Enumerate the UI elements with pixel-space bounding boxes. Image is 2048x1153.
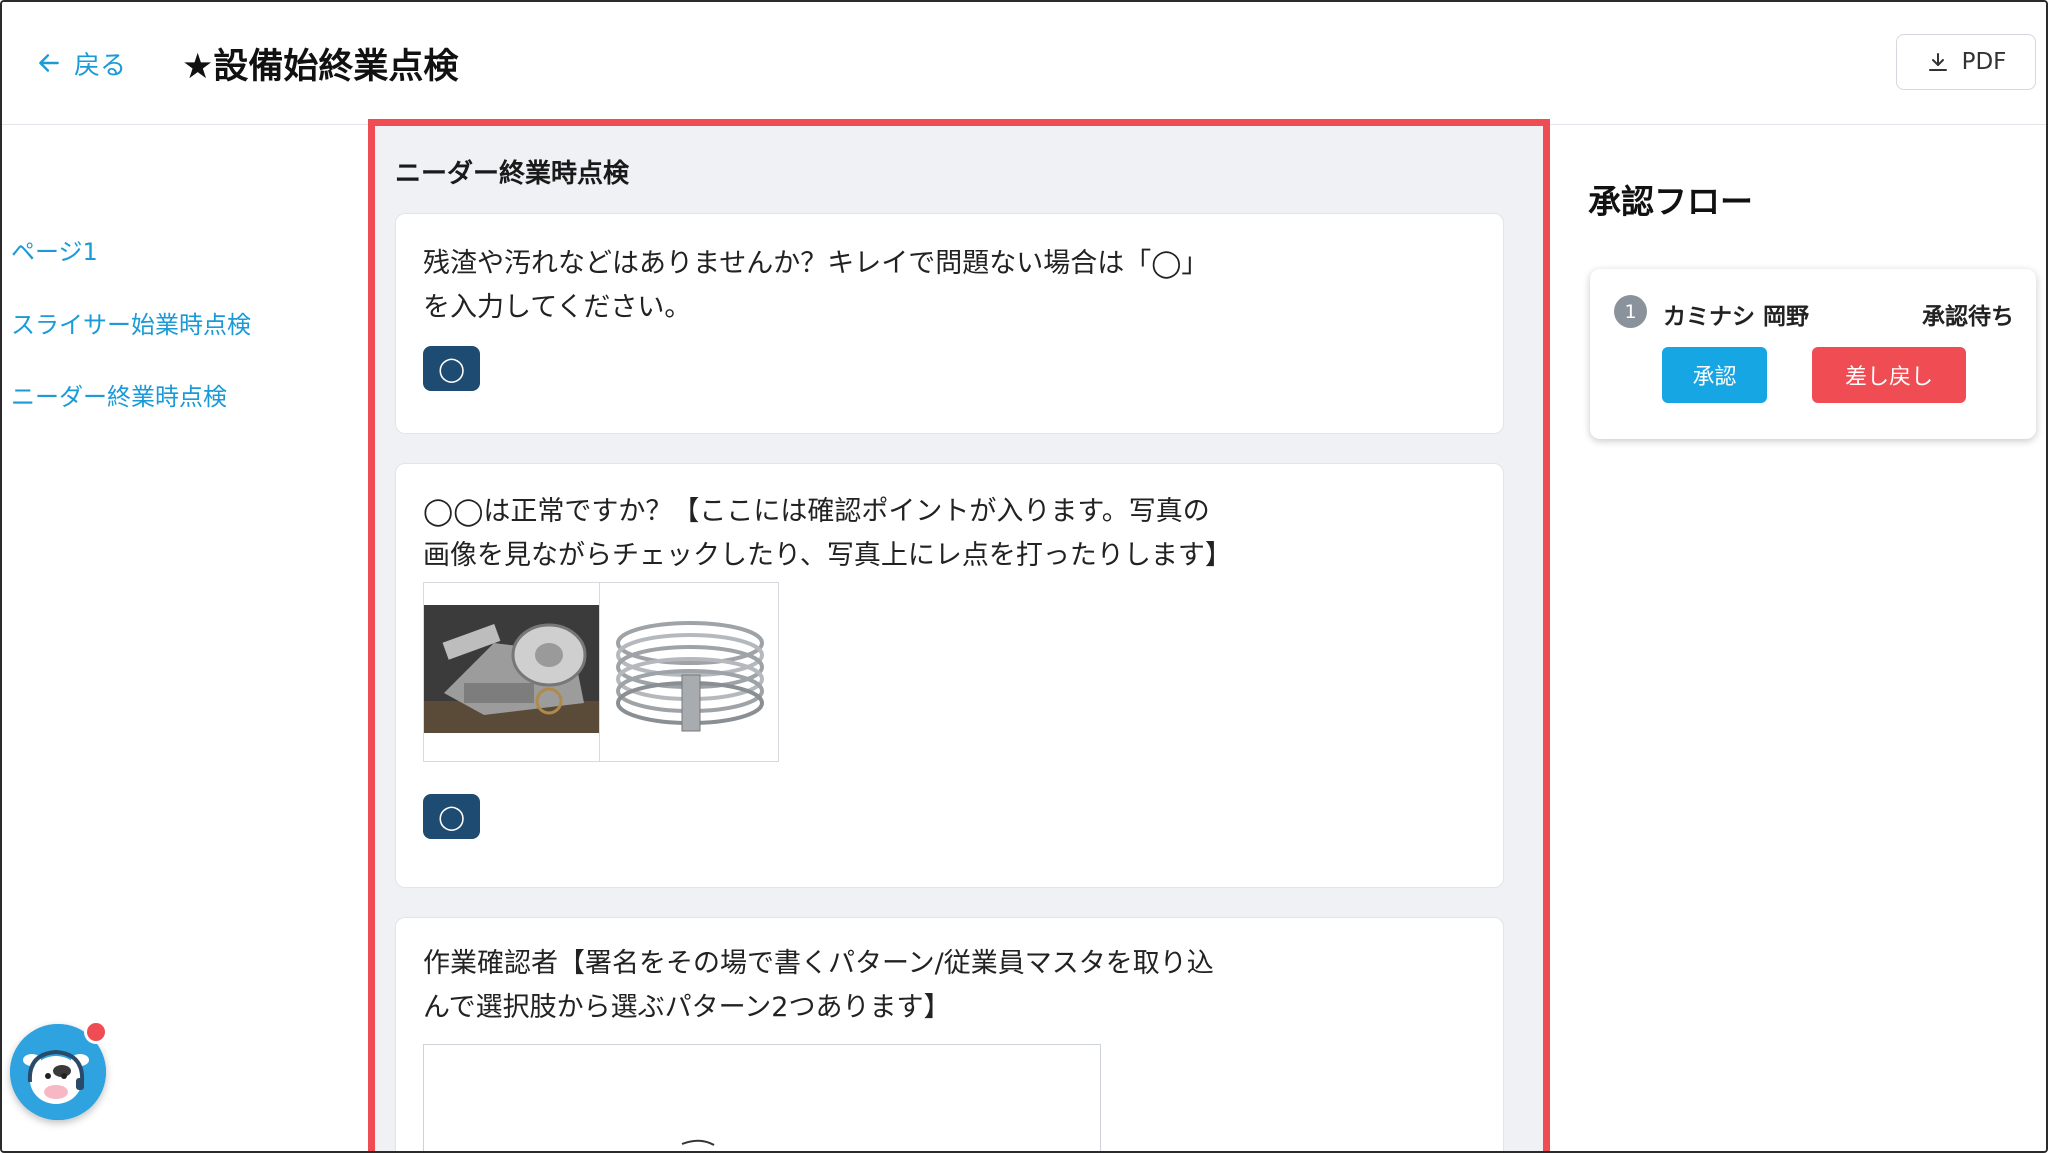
chat-support-button[interactable] (10, 1020, 108, 1120)
sidebar-item-page1[interactable]: ページ1 (11, 232, 98, 267)
main-content: ニーダー終業時点検 残渣や汚れなどはありませんか？キレイで問題ない場合は「◯」 … (368, 125, 1550, 1151)
sidebar-item-kneader-end-check[interactable]: ニーダー終業時点検 (11, 377, 227, 412)
question-card: ◯◯は正常ですか？【ここには確認ポイントが入ります。写真の 画像を見ながらチェッ… (395, 463, 1504, 888)
approval-step-card: 1 カミナシ 岡野 承認待ち 承認 差し戻し (1590, 269, 2036, 439)
question-text-line: を入力してください。 (423, 292, 692, 323)
header: 戻る ★設備始終業点検 PDF (2, 2, 2046, 125)
question-text-line: んで選択肢から選ぶパターン2つあります】 (423, 992, 951, 1023)
back-button[interactable]: 戻る (36, 46, 127, 81)
approver-name: カミナシ 岡野 (1663, 304, 1810, 330)
slicer-photo-graphic (424, 583, 602, 761)
back-label: 戻る (74, 50, 127, 81)
cake-ring-photo-graphic (600, 583, 778, 761)
notification-dot (84, 1020, 108, 1044)
arrow-left-icon (39, 54, 59, 72)
cake-ring-photo[interactable] (599, 582, 779, 762)
question-card: 残渣や汚れなどはありませんか？キレイで問題ない場合は「◯」 を入力してください。… (395, 213, 1504, 434)
section-title: ニーダー終業時点検 (395, 159, 630, 189)
answer-chip[interactable]: ◯ (423, 346, 480, 391)
question-text-line: 画像を見ながらチェックしたり、写真上にレ点を打ったりします】 (423, 540, 1232, 571)
status-badge: 承認待ち (1922, 304, 2014, 330)
pdf-download-button[interactable]: PDF (1896, 34, 2036, 90)
question-text-line: ◯◯は正常ですか？【ここには確認ポイントが入ります。写真の (423, 496, 1210, 527)
question-text-line: 作業確認者【署名をその場で書くパターン/従業員マスタを取り込 (423, 948, 1214, 979)
step-number-badge: 1 (1614, 295, 1647, 328)
pdf-label: PDF (1961, 49, 2007, 75)
approval-panel: 承認フロー 1 カミナシ 岡野 承認待ち 承認 差し戻し (1550, 125, 2046, 1151)
question-card: 作業確認者【署名をその場で書くパターン/従業員マスタを取り込 んで選択肢から選ぶ… (395, 917, 1504, 1151)
download-icon (1928, 53, 1947, 71)
answer-chip[interactable]: ◯ (423, 794, 480, 839)
sidebar: ページ1 スライサー始業時点検 ニーダー終業時点検 (2, 125, 368, 1151)
question-text-line: 残渣や汚れなどはありませんか？キレイで問題ない場合は「◯」 (423, 248, 1209, 279)
sidebar-item-slicer-start-check[interactable]: スライサー始業時点検 (11, 305, 251, 340)
signature-stroke (681, 1139, 715, 1146)
send-back-button[interactable]: 差し戻し (1812, 347, 1966, 403)
approval-flow-title: 承認フロー (1588, 182, 1753, 221)
app-window: 戻る ★設備始終業点検 PDF ページ1 スライサー始業時点検 ニーダー終業時点… (0, 0, 2048, 1153)
signature-pad[interactable] (423, 1044, 1101, 1151)
page-title: ★設備始終業点検 (182, 47, 459, 87)
slicer-photo[interactable] (423, 582, 603, 762)
approve-button[interactable]: 承認 (1662, 347, 1767, 403)
